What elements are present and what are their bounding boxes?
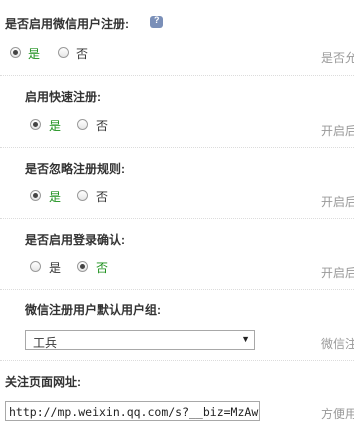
option-label-no: 否 xyxy=(96,190,109,204)
radio-quick-register-yes[interactable] xyxy=(30,119,41,130)
setting-hint: 开启后 xyxy=(321,195,354,209)
option-label-yes: 是 xyxy=(28,47,41,61)
divider xyxy=(0,360,354,361)
setting-hint: 是否允 xyxy=(321,51,354,65)
option-label-yes: 是 xyxy=(49,119,62,133)
radio-enable-wechat-register-yes[interactable] xyxy=(10,47,21,58)
setting-label-default-user-group: 微信注册用户默认用户组: xyxy=(25,303,161,317)
option-label-no: 否 xyxy=(96,119,109,133)
setting-hint: 方便用 xyxy=(321,407,354,421)
option-label-yes: 是 xyxy=(49,190,62,204)
setting-hint: 微信注 xyxy=(321,337,354,351)
option-label-yes: 是 xyxy=(49,261,62,275)
radio-quick-register-no[interactable] xyxy=(77,119,88,130)
radio-ignore-register-rules-yes[interactable] xyxy=(30,190,41,201)
radio-login-confirm-no[interactable] xyxy=(77,261,88,272)
default-user-group-select[interactable]: 工兵 ▼ xyxy=(25,330,255,350)
setting-label-ignore-register-rules: 是否忽略注册规则: xyxy=(25,162,125,176)
setting-label-enable-wechat-register: 是否启用微信用户注册: xyxy=(5,17,129,31)
option-label-no: 否 xyxy=(96,261,109,275)
follow-page-url-input[interactable]: http://mp.weixin.qq.com/s?__biz=MzAw xyxy=(5,401,260,421)
dropdown-arrow-icon[interactable]: ▼ xyxy=(241,334,250,344)
default-user-group-value: 工兵 xyxy=(33,336,58,350)
divider xyxy=(0,289,354,290)
setting-label-follow-page-url: 关注页面网址: xyxy=(5,375,81,389)
setting-hint: 开启后 xyxy=(321,266,354,280)
radio-login-confirm-yes[interactable] xyxy=(30,261,41,272)
setting-label-quick-register: 启用快速注册: xyxy=(25,90,101,104)
setting-label-login-confirm: 是否启用登录确认: xyxy=(25,233,125,247)
setting-hint: 开启后 xyxy=(321,124,354,138)
divider xyxy=(0,147,354,148)
radio-enable-wechat-register-no[interactable] xyxy=(58,47,69,58)
divider xyxy=(0,218,354,219)
option-label-no: 否 xyxy=(76,47,89,61)
divider xyxy=(0,75,354,76)
help-icon[interactable] xyxy=(150,15,163,28)
radio-ignore-register-rules-no[interactable] xyxy=(77,190,88,201)
